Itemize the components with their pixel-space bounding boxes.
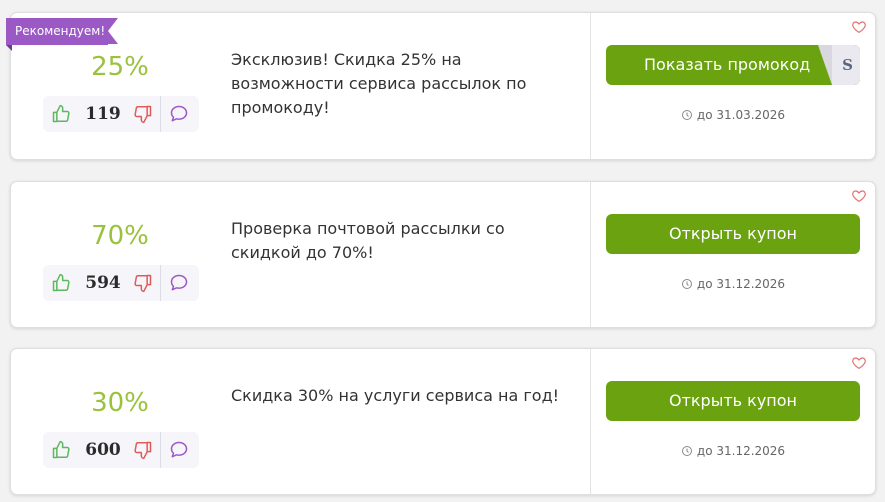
coupon-discount-block: 30% 600 <box>11 349 221 494</box>
clock-icon <box>681 279 692 289</box>
vote-panel: 600 <box>43 432 199 468</box>
clock-icon <box>681 110 692 120</box>
ribbon-tail <box>108 18 118 44</box>
vote-panel: 119 <box>43 96 199 132</box>
show-promocode-label: Показать промокод <box>644 55 811 74</box>
comment-icon[interactable] <box>169 273 189 293</box>
expiry-date: до 31.12.2026 <box>696 277 786 291</box>
peel-fold <box>818 45 832 85</box>
coupon-action-block: Открыть купон до 31.12.2026 <box>590 182 875 327</box>
thumbs-down-icon[interactable] <box>133 104 153 124</box>
heart-icon[interactable] <box>851 355 867 371</box>
clock-icon <box>681 446 692 456</box>
show-promocode-button[interactable]: Показать промокод S <box>606 45 860 85</box>
coupon-card: 25% 119 Эксклюзив! Скидка 25% на возможн… <box>10 12 876 160</box>
vote-count: 594 <box>85 273 121 293</box>
thumbs-down-icon[interactable] <box>133 440 153 460</box>
recommended-label: Рекомендуем! <box>6 18 108 45</box>
open-coupon-button[interactable]: Открыть купон <box>606 214 860 254</box>
expiry-date: до 31.03.2026 <box>696 108 786 122</box>
vote-panel: 594 <box>43 265 199 301</box>
discount-percent: 70% <box>91 221 149 251</box>
vote-count: 600 <box>85 440 121 460</box>
coupon-discount-block: 70% 594 <box>11 182 221 327</box>
thumbs-up-icon[interactable] <box>51 440 71 460</box>
coupon-expiry: до 31.12.2026 <box>606 276 860 292</box>
discount-percent: 30% <box>91 388 149 418</box>
coupon-description-block: Скидка 30% на услуги сервиса на год! <box>231 349 586 494</box>
coupon-description: Скидка 30% на услуги сервиса на год! <box>231 386 560 405</box>
coupon-expiry: до 31.12.2026 <box>606 443 860 459</box>
comment-icon[interactable] <box>169 104 189 124</box>
coupon-description: Эксклюзив! Скидка 25% на возможности сер… <box>231 50 527 117</box>
coupon-description-block: Эксклюзив! Скидка 25% на возможности сер… <box>231 13 586 159</box>
expiry-date: до 31.12.2026 <box>696 444 786 458</box>
coupon-action-block: Показать промокод S до 31.03.2026 <box>590 13 875 159</box>
coupon-card: 30% 600 Скидка 30% на услуги сервиса на … <box>10 348 876 495</box>
vote-divider <box>160 265 161 301</box>
heart-icon[interactable] <box>851 188 867 204</box>
thumbs-down-icon[interactable] <box>133 273 153 293</box>
vote-divider <box>160 96 161 132</box>
vote-divider <box>160 432 161 468</box>
comment-icon[interactable] <box>169 440 189 460</box>
coupon-action-block: Открыть купон до 31.12.2026 <box>590 349 875 494</box>
coupon-expiry: до 31.03.2026 <box>606 107 860 123</box>
promocode-preview: S <box>842 56 853 74</box>
open-coupon-button[interactable]: Открыть купон <box>606 381 860 421</box>
coupon-description-block: Проверка почтовой рассылки со скидкой до… <box>231 182 586 327</box>
thumbs-up-icon[interactable] <box>51 104 71 124</box>
thumbs-up-icon[interactable] <box>51 273 71 293</box>
coupon-description: Проверка почтовой рассылки со скидкой до… <box>231 219 505 262</box>
promocode-peel: S <box>818 45 860 85</box>
vote-count: 119 <box>85 104 121 124</box>
ribbon-fold <box>6 45 12 51</box>
discount-percent: 25% <box>91 52 149 82</box>
coupon-card: 70% 594 Проверка почтовой рассылки со ск… <box>10 181 876 328</box>
heart-icon[interactable] <box>851 19 867 35</box>
